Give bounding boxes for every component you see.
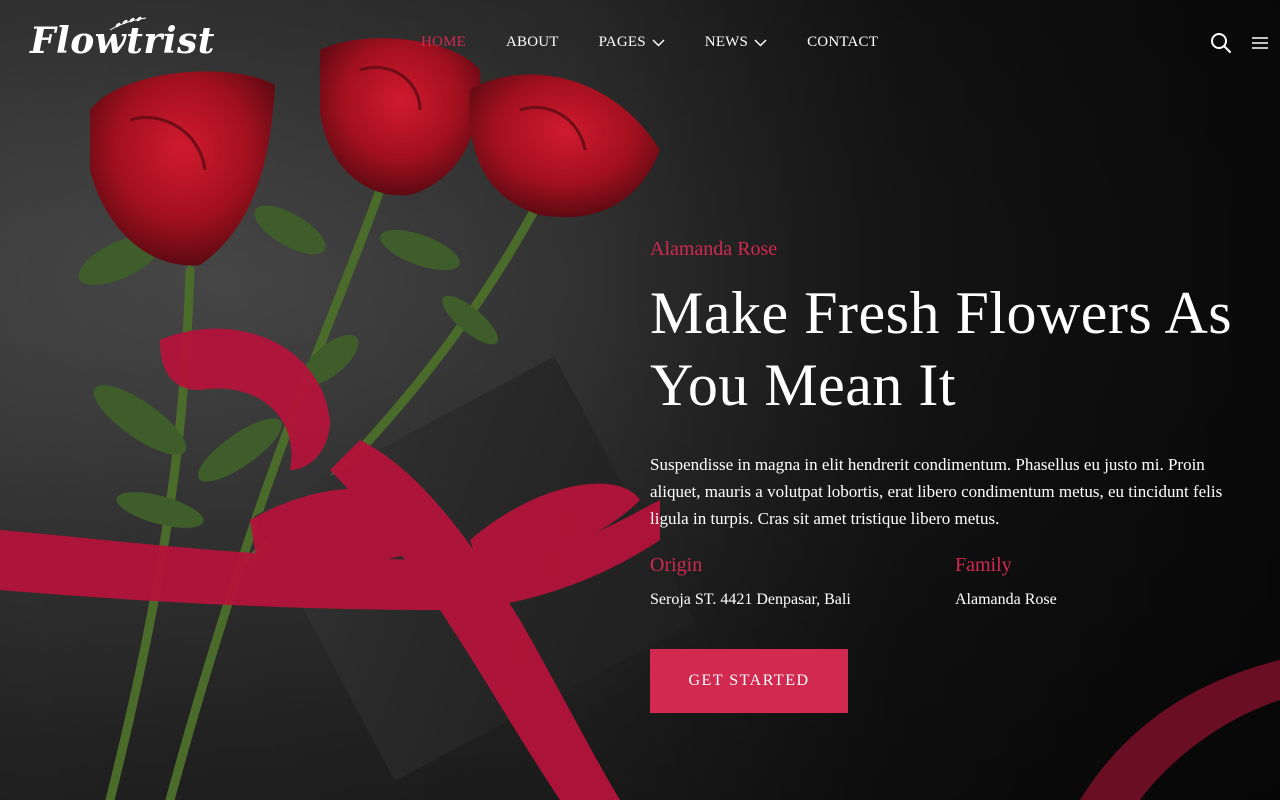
hero-content: Alamanda Rose Make Fresh Flowers As You … bbox=[650, 238, 1260, 713]
hero-title-line1: Make Fresh Flowers As bbox=[650, 280, 1233, 346]
nav-item-contact[interactable]: CONTACT bbox=[807, 34, 878, 51]
hero-description: Suspendisse in magna in elit hendrerit c… bbox=[650, 455, 1223, 528]
hero-title-line2: You Mean It bbox=[650, 352, 957, 418]
nav-item-label: PAGES bbox=[598, 34, 646, 50]
nav-item-label: CONTACT bbox=[807, 34, 879, 50]
nav-item-home[interactable]: HOME bbox=[421, 34, 466, 51]
nav-item-label: NEWS bbox=[704, 34, 749, 50]
origin-value: Seroja ST. 4421 Denpasar, Bali bbox=[650, 591, 851, 608]
nav-item-pages[interactable]: PAGES bbox=[599, 34, 665, 51]
nav-item-label: ABOUT bbox=[505, 34, 559, 50]
hero-title: Make Fresh Flowers As You Mean It bbox=[650, 277, 1260, 421]
family-value: Alamanda Rose bbox=[955, 591, 1057, 608]
hero-eyebrow: Alamanda Rose bbox=[650, 238, 778, 260]
chevron-down-icon bbox=[652, 38, 665, 47]
hero-meta: Origin Seroja ST. 4421 Denpasar, Bali Fa… bbox=[650, 554, 1260, 609]
family-info: Family Alamanda Rose bbox=[955, 554, 1260, 609]
main-navigation: HOME ABOUT PAGES NEWS CONTACT bbox=[421, 34, 918, 51]
nav-item-about[interactable]: ABOUT bbox=[506, 34, 559, 51]
hamburger-menu-icon[interactable] bbox=[1252, 36, 1268, 50]
search-icon[interactable] bbox=[1210, 32, 1232, 54]
header-actions bbox=[1210, 32, 1268, 54]
leaf-sprig-icon bbox=[109, 16, 147, 31]
origin-label: Origin bbox=[650, 554, 703, 576]
nav-item-label: HOME bbox=[421, 34, 466, 50]
get-started-button[interactable]: GET STARTED bbox=[650, 649, 848, 713]
brand-logo[interactable]: Flowtrist bbox=[30, 16, 215, 62]
origin-info: Origin Seroja ST. 4421 Denpasar, Bali bbox=[650, 554, 955, 609]
nav-item-news[interactable]: NEWS bbox=[705, 34, 767, 51]
chevron-down-icon bbox=[754, 38, 767, 47]
family-label: Family bbox=[955, 554, 1012, 576]
